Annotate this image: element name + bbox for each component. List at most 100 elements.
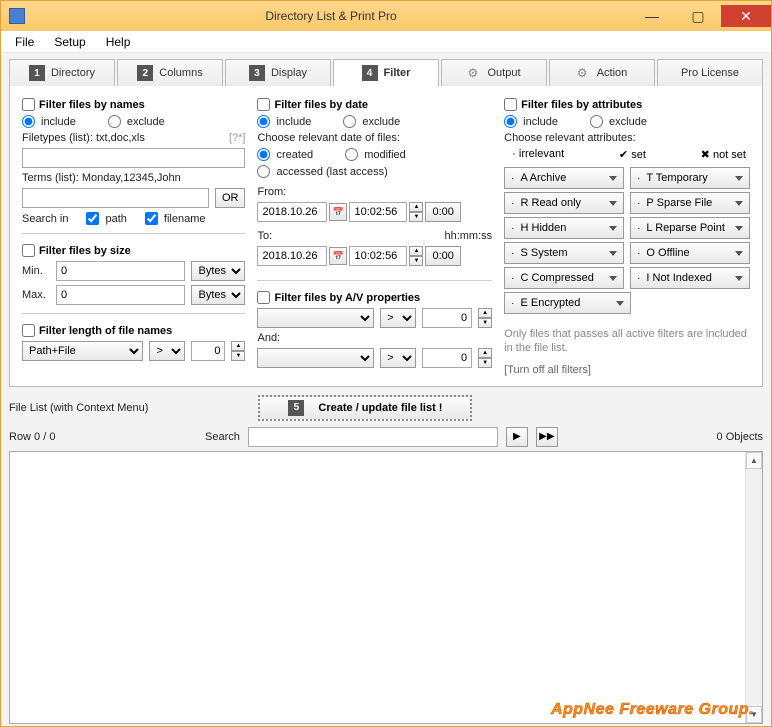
to-time[interactable]	[349, 246, 407, 266]
tab-columns[interactable]: 2Columns	[117, 59, 223, 87]
scrollbar[interactable]: ▲ ▼	[745, 452, 762, 723]
from-time[interactable]	[349, 202, 407, 222]
col-names-size: Filter files by names include exclude Fi…	[22, 96, 245, 376]
attr-select-left[interactable]: ·E Encrypted	[504, 292, 631, 314]
chk-filter-attr[interactable]	[504, 98, 517, 111]
calendar-icon[interactable]: 📅	[329, 203, 347, 221]
to-zero[interactable]: 0:00	[425, 246, 460, 266]
av-op1[interactable]: >	[380, 308, 416, 328]
attr-select-right[interactable]: ·L Reparse Point	[630, 217, 750, 239]
attr-select-left[interactable]: ·H Hidden	[504, 217, 624, 239]
window-title: Directory List & Print Pro	[33, 9, 629, 23]
radio-names-exclude[interactable]	[108, 115, 121, 128]
filter-av-header: Filter files by A/V properties	[257, 291, 492, 304]
radio-created[interactable]	[257, 148, 270, 161]
radio-attr-include[interactable]	[504, 115, 517, 128]
create-button[interactable]: 5 Create / update file list !	[258, 395, 472, 421]
or-button[interactable]: OR	[215, 188, 246, 208]
size-max-input[interactable]	[56, 285, 185, 305]
from-zero[interactable]: 0:00	[425, 202, 460, 222]
play-button[interactable]: ▶	[506, 427, 528, 447]
len-mode[interactable]: Path+File	[22, 341, 143, 361]
attr-row: ·S System ·O Offline	[504, 242, 750, 264]
attr-row: ·A Archive ·T Temporary	[504, 167, 750, 189]
scroll-up-icon[interactable]: ▲	[746, 452, 762, 469]
av-op2[interactable]: >	[380, 348, 416, 368]
menu-setup[interactable]: Setup	[44, 33, 95, 51]
attr-select-left[interactable]: ·R Read only	[504, 192, 624, 214]
tab-display[interactable]: 3Display	[225, 59, 331, 87]
size-min-input[interactable]	[56, 261, 185, 281]
gear-icon	[467, 66, 481, 80]
file-list-area[interactable]: ▲ ▼ AppNee Freeware Group.	[9, 451, 763, 724]
tab-pro[interactable]: Pro License	[657, 59, 763, 87]
row-count: Row 0 / 0	[9, 431, 69, 443]
chk-filter-date[interactable]	[257, 98, 270, 111]
len-spin[interactable]: ▲▼	[231, 341, 245, 361]
av-val2[interactable]	[422, 348, 472, 368]
size-min-unit[interactable]: Bytes	[191, 261, 245, 281]
radio-date-include[interactable]	[257, 115, 270, 128]
attr-row: ·R Read only ·P Sparse File	[504, 192, 750, 214]
tab-directory[interactable]: 1Directory	[9, 59, 115, 87]
chk-filter-length[interactable]	[22, 324, 35, 337]
chk-path[interactable]	[86, 212, 99, 225]
legend-notset: ✖ not set	[701, 148, 746, 161]
radio-accessed[interactable]	[257, 165, 270, 178]
chk-filter-names[interactable]	[22, 98, 35, 111]
filter-names-header: Filter files by names	[22, 98, 245, 111]
to-date[interactable]	[257, 246, 327, 266]
close-button[interactable]: ✕	[721, 5, 771, 27]
radio-modified[interactable]	[345, 148, 358, 161]
filter-attr-header: Filter files by attributes	[504, 98, 750, 111]
attr-select-left[interactable]: ·A Archive	[504, 167, 624, 189]
attr-select-right[interactable]: ·T Temporary	[630, 167, 750, 189]
filetypes-input[interactable]	[22, 148, 245, 168]
chk-filter-size[interactable]	[22, 244, 35, 257]
len-op[interactable]: >	[149, 341, 185, 361]
chk-filter-av[interactable]	[257, 291, 270, 304]
maximize-button[interactable]: ▢	[675, 5, 721, 27]
radio-date-exclude[interactable]	[343, 115, 356, 128]
radio-attr-exclude[interactable]	[590, 115, 603, 128]
tab-filter[interactable]: 4Filter	[333, 59, 439, 87]
av-prop2[interactable]	[257, 348, 374, 368]
av-val1[interactable]	[422, 308, 472, 328]
app-icon	[9, 8, 25, 24]
av-spin1[interactable]: ▲▼	[478, 308, 492, 328]
attr-select-left[interactable]: ·C Compressed	[504, 267, 624, 289]
tab-output[interactable]: Output	[441, 59, 547, 87]
fast-forward-button[interactable]: ▶▶	[536, 427, 558, 447]
attr-row: ·H Hidden ·L Reparse Point	[504, 217, 750, 239]
col-date-av: Filter files by date include exclude Cho…	[257, 96, 492, 376]
object-count: 0 Objects	[717, 431, 763, 443]
attr-select-right[interactable]: ·I Not Indexed	[630, 267, 750, 289]
size-max-unit[interactable]: Bytes	[191, 285, 245, 305]
attr-row: ·E Encrypted	[504, 292, 750, 314]
av-spin2[interactable]: ▲▼	[478, 348, 492, 368]
menu-help[interactable]: Help	[96, 33, 141, 51]
av-prop1[interactable]	[257, 308, 374, 328]
filter-note: Only files that passes all active filter…	[504, 327, 750, 356]
from-time-spin[interactable]: ▲▼	[409, 202, 423, 222]
calendar-icon[interactable]: 📅	[329, 247, 347, 265]
attr-select-right[interactable]: ·O Offline	[630, 242, 750, 264]
filetypes-hint: [?*]	[229, 132, 246, 144]
content-area: 1Directory 2Columns 3Display 4Filter Out…	[1, 53, 771, 726]
len-val[interactable]	[191, 341, 225, 361]
tab-action[interactable]: Action	[549, 59, 655, 87]
chk-filename[interactable]	[145, 212, 158, 225]
from-date[interactable]	[257, 202, 327, 222]
minimize-button[interactable]: —	[629, 5, 675, 27]
to-time-spin[interactable]: ▲▼	[409, 246, 423, 266]
turnoff-link[interactable]: [Turn off all filters]	[504, 364, 750, 376]
legend-set: ✔ set	[619, 148, 646, 161]
menu-file[interactable]: File	[5, 33, 44, 51]
titlebar: Directory List & Print Pro — ▢ ✕	[1, 1, 771, 31]
terms-input[interactable]	[22, 188, 209, 208]
attr-select-right[interactable]: ·P Sparse File	[630, 192, 750, 214]
legend-irrelevant: · irrelevant	[512, 148, 564, 161]
attr-select-left[interactable]: ·S System	[504, 242, 624, 264]
search-input[interactable]	[248, 427, 498, 447]
radio-names-include[interactable]	[22, 115, 35, 128]
